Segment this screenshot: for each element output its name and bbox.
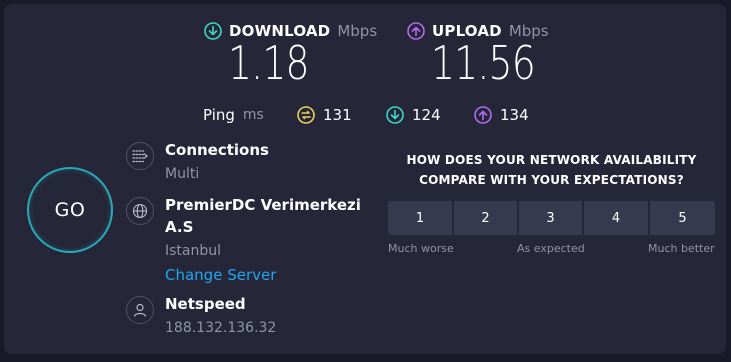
ping-idle: 131 — [297, 106, 352, 124]
survey-question-line2: COMPARE WITH YOUR EXPECTATIONS? — [419, 173, 684, 187]
ping-download-value: 124 — [412, 106, 441, 124]
person-icon — [133, 303, 147, 317]
upload-arrow-icon — [407, 22, 425, 40]
ping-row: Ping ms — [203, 106, 264, 124]
ping-icon — [297, 106, 315, 124]
go-button[interactable]: GO — [27, 167, 113, 253]
server-name-line1: PremierDC Verimerkezi — [165, 196, 361, 214]
rating-5-button[interactable]: 5 — [650, 201, 715, 235]
connections-icon-wrap — [126, 142, 154, 170]
survey-question: HOW DOES YOUR NETWORK AVAILABILITY COMPA… — [388, 150, 715, 190]
scale-low-label: Much worse — [388, 242, 454, 255]
server-name-line2: A.S — [165, 218, 194, 236]
connections-value: Multi — [165, 166, 200, 182]
globe-icon — [132, 203, 148, 219]
upload-ping-icon — [474, 106, 492, 124]
ping-label: Ping — [203, 106, 235, 124]
rating-3-button[interactable]: 3 — [519, 201, 582, 235]
scale-mid-label: As expected — [517, 242, 585, 255]
provider-ip: 188.132.136.32 — [165, 320, 277, 336]
ping-idle-value: 131 — [323, 106, 352, 124]
ping-upload-value: 134 — [500, 106, 529, 124]
rating-2-button[interactable]: 2 — [454, 201, 517, 235]
provider-name: Netspeed — [165, 295, 246, 313]
globe-icon-wrap — [126, 197, 154, 225]
ping-unit: ms — [242, 107, 264, 123]
download-unit: Mbps — [337, 22, 378, 40]
rating-1-button[interactable]: 1 — [388, 201, 452, 235]
connections-icon — [132, 150, 148, 163]
download-arrow-icon — [204, 22, 222, 40]
scale-high-label: Much better — [648, 242, 715, 255]
change-server-link[interactable]: Change Server — [165, 266, 276, 284]
download-ping-icon — [386, 106, 404, 124]
upload-value: 11.56 — [431, 36, 536, 90]
server-location: Istanbul — [165, 243, 222, 259]
connections-label: Connections — [165, 141, 269, 159]
ping-upload: 134 — [474, 106, 529, 124]
download-value: 1.18 — [228, 36, 310, 90]
survey-question-line1: HOW DOES YOUR NETWORK AVAILABILITY — [406, 153, 697, 167]
rating-4-button[interactable]: 4 — [584, 201, 648, 235]
go-label: GO — [54, 199, 86, 221]
person-icon-wrap — [126, 296, 154, 324]
ping-download: 124 — [386, 106, 441, 124]
